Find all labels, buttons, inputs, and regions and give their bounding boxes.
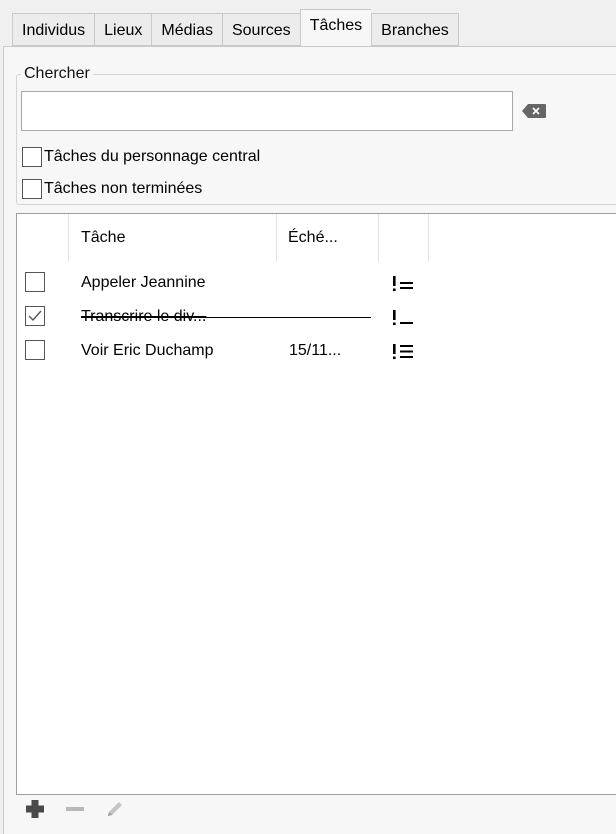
- remove-task-button[interactable]: [60, 796, 90, 826]
- priority-low-icon: [391, 307, 421, 327]
- tab-bar: Individus Lieux Médias Sources Tâches Br…: [12, 9, 459, 46]
- table-row[interactable]: Voir Eric Duchamp 15/11...: [17, 338, 616, 364]
- add-icon: [24, 798, 46, 825]
- filter-unfinished-label: Tâches non terminées: [44, 180, 203, 197]
- task-table: Tâche Éché... Appeler Jeannine Transcrir…: [16, 213, 616, 795]
- search-legend: Chercher: [24, 65, 90, 82]
- tab-sources[interactable]: Sources: [221, 13, 300, 46]
- task-done-checkbox[interactable]: [25, 306, 45, 326]
- search-input[interactable]: [21, 91, 513, 131]
- priority-medium-icon: [391, 273, 421, 293]
- tab-individus[interactable]: Individus: [12, 13, 95, 46]
- add-task-button[interactable]: [20, 796, 50, 826]
- remove-icon: [64, 798, 86, 825]
- clear-search-icon[interactable]: [521, 103, 547, 119]
- task-title: Voir Eric Duchamp: [81, 342, 214, 359]
- task-due: 15/11...: [289, 342, 342, 359]
- table-header: Tâche Éché...: [17, 214, 616, 262]
- tab-content-pane: Chercher Tâches du personnage central Tâ…: [3, 46, 616, 834]
- tab-branches[interactable]: Branches: [371, 13, 459, 46]
- edit-pencil-icon: [104, 798, 126, 825]
- edit-task-button[interactable]: [100, 796, 130, 826]
- table-row[interactable]: Transcrire le div...: [17, 304, 616, 330]
- filter-unfinished-checkbox[interactable]: [22, 179, 42, 199]
- tab-medias[interactable]: Médias: [151, 13, 222, 46]
- table-row[interactable]: Appeler Jeannine: [17, 270, 616, 296]
- filter-central-person-checkbox[interactable]: [22, 147, 42, 167]
- tab-taches[interactable]: Tâches: [299, 9, 372, 46]
- task-done-checkbox[interactable]: [25, 272, 45, 292]
- task-toolbar: [20, 796, 140, 826]
- filter-central-person[interactable]: Tâches du personnage central: [22, 145, 260, 169]
- column-header-check: [17, 214, 69, 262]
- column-header-task[interactable]: Tâche: [69, 214, 277, 262]
- filter-central-person-label: Tâches du personnage central: [44, 148, 261, 165]
- column-header-due[interactable]: Éché...: [277, 214, 379, 262]
- priority-high-icon: [391, 341, 421, 361]
- task-title: Appeler Jeannine: [81, 274, 206, 291]
- task-done-checkbox[interactable]: [25, 340, 45, 360]
- tasks-panel: Individus Lieux Médias Sources Tâches Br…: [0, 0, 616, 834]
- strikethrough-line: [81, 317, 371, 318]
- column-header-priority[interactable]: [379, 214, 429, 262]
- tab-lieux[interactable]: Lieux: [94, 13, 152, 46]
- filter-unfinished[interactable]: Tâches non terminées: [22, 177, 202, 201]
